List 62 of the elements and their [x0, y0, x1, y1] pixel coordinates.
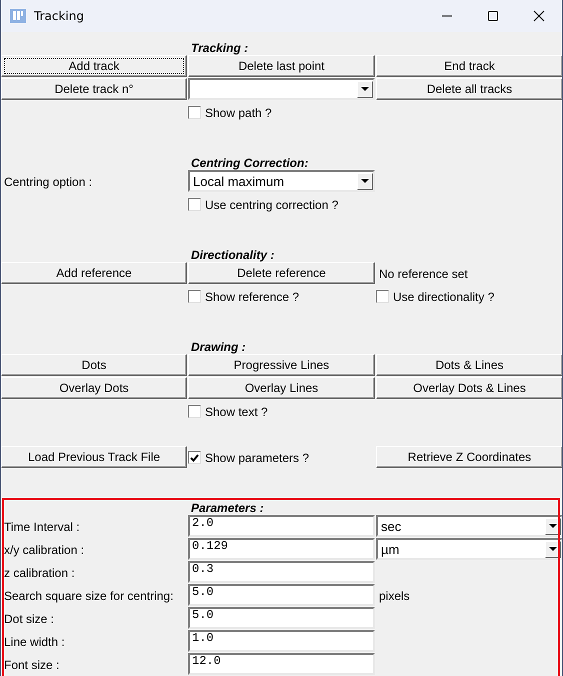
button[interactable]: Progressive Lines: [188, 354, 375, 376]
button[interactable]: Delete reference: [188, 262, 375, 284]
caret-down-icon: [549, 524, 557, 528]
dropdown[interactable]: Local maximum: [188, 170, 375, 192]
label-text: Time Interval :: [3, 520, 81, 534]
maximize-icon: [487, 10, 499, 22]
input-field[interactable]: 0.3: [188, 561, 375, 583]
input-field[interactable]: 0.129: [188, 538, 375, 560]
dropdown[interactable]: sec: [376, 515, 562, 537]
checkbox-box[interactable]: [376, 290, 389, 303]
input-field[interactable]: 5.0: [188, 607, 375, 629]
checkbox-box[interactable]: [188, 106, 201, 119]
button[interactable]: Overlay Dots & Lines: [376, 377, 562, 399]
button[interactable]: Dots: [1, 354, 187, 376]
checkbox[interactable]: Use centring correction ?: [188, 193, 375, 216]
app-icon: [10, 8, 26, 24]
section-heading: Directionality :: [190, 248, 276, 262]
button[interactable]: Retrieve Z Coordinates: [376, 446, 562, 468]
caret-down-icon: [361, 87, 369, 91]
label-text: z calibration :: [3, 566, 76, 580]
input-field[interactable]: 2.0: [188, 515, 375, 537]
input-field[interactable]: 1.0: [188, 630, 375, 652]
checkbox-box[interactable]: [188, 405, 201, 418]
dropdown[interactable]: [188, 78, 375, 100]
section-heading: Centring Correction:: [190, 156, 310, 170]
window-title: Tracking: [34, 9, 85, 23]
label-text: Search square size for centring:: [3, 588, 174, 602]
checkbox[interactable]: Show text ?: [188, 400, 375, 423]
input-field[interactable]: 12.0: [188, 653, 375, 675]
dropdown[interactable]: µm: [376, 538, 562, 560]
checkbox-box[interactable]: [188, 290, 201, 303]
label-text: Font size :: [3, 658, 60, 672]
input-field[interactable]: 5.0: [188, 584, 375, 606]
button[interactable]: Load Previous Track File: [1, 446, 187, 468]
label-text: Line width :: [3, 634, 66, 648]
button[interactable]: Delete last point: [188, 55, 375, 77]
button[interactable]: Delete all tracks: [376, 78, 562, 100]
label-text: x/y calibration :: [3, 542, 86, 556]
caret-down-icon: [549, 547, 557, 551]
button[interactable]: Add reference: [1, 262, 187, 284]
button[interactable]: End track: [376, 55, 562, 77]
checkbox-box[interactable]: [188, 198, 201, 211]
section-heading: Drawing :: [190, 340, 247, 354]
button[interactable]: Overlay Dots: [1, 377, 187, 399]
label-text: Dot size :: [3, 612, 56, 626]
section-heading: Tracking :: [190, 41, 250, 55]
label-text: No reference set: [378, 266, 469, 280]
label-text: Centring option :: [3, 174, 94, 188]
button[interactable]: Dots & Lines: [376, 354, 562, 376]
checkbox[interactable]: Use directionality ?: [376, 285, 562, 308]
label-text: pixels: [378, 588, 411, 602]
close-icon: [533, 10, 545, 22]
checkbox-box[interactable]: [188, 451, 201, 464]
button[interactable]: Delete track n°: [1, 78, 187, 100]
checkmark-icon: [190, 454, 199, 462]
caret-down-icon: [361, 179, 369, 183]
checkbox[interactable]: Show path ?: [188, 101, 375, 124]
section-heading: Parameters :: [190, 501, 265, 515]
button[interactable]: Add track: [1, 55, 187, 77]
checkbox[interactable]: Show parameters ?: [188, 446, 375, 469]
checkbox[interactable]: Show reference ?: [188, 285, 375, 308]
button[interactable]: Overlay Lines: [188, 377, 375, 399]
